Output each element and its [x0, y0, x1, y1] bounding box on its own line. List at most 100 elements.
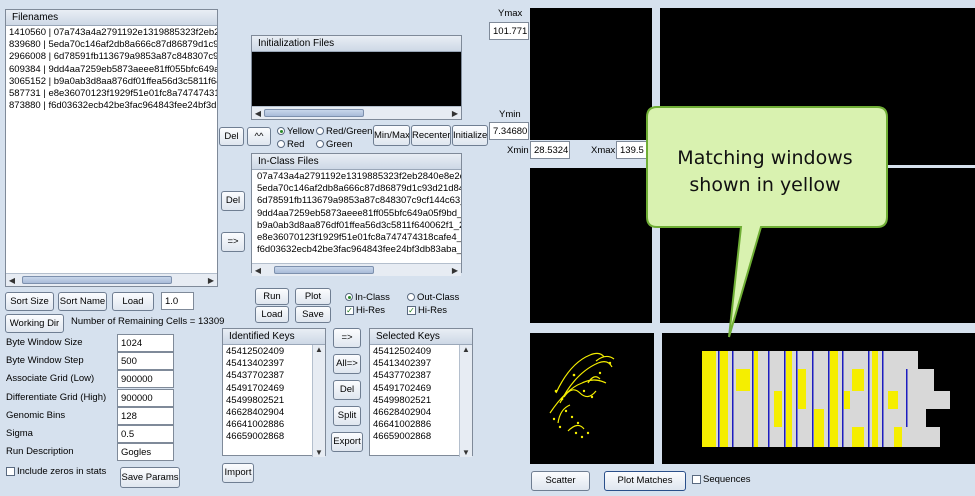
- param-field[interactable]: 1024: [117, 334, 174, 352]
- radio-red[interactable]: Red: [277, 139, 304, 150]
- list-item[interactable]: b9a0ab3d8aa876df01ffea56d3c5811f640062f1…: [257, 220, 461, 232]
- param-field[interactable]: Gogles: [117, 443, 174, 462]
- inclass-del-button[interactable]: Del: [221, 191, 245, 211]
- scroll-left-icon[interactable]: ◀: [252, 266, 264, 275]
- list-item[interactable]: 45437702387: [373, 370, 456, 382]
- radio-icon[interactable]: [316, 140, 324, 149]
- recenter-button[interactable]: Recenter: [411, 125, 451, 146]
- list-item[interactable]: 1410560 | 07a743a4a2791192e1319885323f2e…: [9, 27, 217, 39]
- load-button[interactable]: Load: [112, 292, 154, 311]
- list-item[interactable]: 45499802521: [373, 395, 456, 407]
- working-dir-button[interactable]: Working Dir: [5, 314, 64, 333]
- list-item[interactable]: 839680 | 5eda70c146af2db8a666c87d86879d1…: [9, 39, 217, 51]
- radio-in-class[interactable]: In-Class: [345, 292, 390, 303]
- checkbox-icon[interactable]: [692, 474, 701, 484]
- plot-button[interactable]: Plot: [295, 288, 331, 305]
- sort-name-button[interactable]: Sort Name: [58, 292, 107, 311]
- sequences-checkbox[interactable]: Sequences: [692, 474, 751, 485]
- ymax-field[interactable]: 101.771: [489, 22, 529, 40]
- radio-icon[interactable]: [407, 293, 415, 302]
- inclass-files-hscroll[interactable]: ◀ ▶: [252, 263, 461, 276]
- scroll-right-icon[interactable]: ▶: [449, 266, 461, 275]
- initialize-button[interactable]: Initialize: [452, 125, 488, 146]
- list-item[interactable]: 45412502409: [373, 346, 456, 358]
- list-item[interactable]: 587731 | e8e36070123f1929f51e01fc8a74747…: [9, 88, 217, 100]
- inclass-move-button[interactable]: =>: [221, 232, 245, 252]
- list-item[interactable]: 46659002868: [226, 431, 309, 443]
- scatter-button[interactable]: Scatter: [531, 471, 590, 491]
- list-item[interactable]: 46659002868: [373, 431, 456, 443]
- hires-checkbox-1[interactable]: ✓ Hi-Res: [345, 305, 385, 316]
- key-all-button[interactable]: All=>: [333, 354, 361, 374]
- list-item[interactable]: 46628402904: [373, 407, 456, 419]
- scroll-thumb[interactable]: [274, 266, 374, 274]
- list-item[interactable]: 873880 | f6d03632ecb42be3fac964843fee24b…: [9, 100, 217, 112]
- list-item[interactable]: 45499802521: [226, 395, 309, 407]
- checkbox-icon[interactable]: ✓: [407, 305, 416, 315]
- key-export-button[interactable]: Export: [331, 432, 363, 452]
- scroll-left-icon[interactable]: ◀: [252, 109, 264, 118]
- param-field[interactable]: 900000: [117, 388, 174, 407]
- move-up-button[interactable]: ^^: [247, 127, 271, 146]
- param-field[interactable]: 500: [117, 352, 174, 371]
- list-item[interactable]: 45413402397: [373, 358, 456, 370]
- radio-yellow[interactable]: Yellow: [277, 126, 314, 137]
- filenames-list[interactable]: 1410560 | 07a743a4a2791192e1319885323f2e…: [6, 26, 217, 273]
- list-item[interactable]: f6d03632ecb42be3fac964843fee24bf3db83aba…: [257, 244, 461, 256]
- list-item[interactable]: 5eda70c146af2db8a666c87d86879d1c93d21d84…: [257, 183, 461, 195]
- selected-keys-list[interactable]: 45412502409 45413402397 45437702387 4549170…: [370, 345, 459, 457]
- radio-icon[interactable]: [345, 293, 353, 302]
- list-item[interactable]: 46641002886: [226, 419, 309, 431]
- param-field[interactable]: 128: [117, 406, 174, 425]
- param-field[interactable]: 900000: [117, 370, 174, 389]
- inclass-files-list[interactable]: 07a743a4a2791192e1319885323f2eb2840e8e2d…: [252, 170, 461, 263]
- checkbox-icon[interactable]: [6, 466, 15, 476]
- identified-vscroll[interactable]: ▲ ▼: [312, 345, 325, 457]
- scroll-left-icon[interactable]: ◀: [6, 276, 18, 285]
- key-move-button[interactable]: =>: [333, 328, 361, 348]
- radio-icon[interactable]: [277, 127, 285, 136]
- run-button[interactable]: Run: [255, 288, 289, 305]
- scroll-down-icon[interactable]: ▼: [313, 448, 325, 457]
- filenames-hscroll[interactable]: ◀ ▶: [6, 273, 217, 286]
- scroll-right-icon[interactable]: ▶: [449, 109, 461, 118]
- checkbox-icon[interactable]: ✓: [345, 305, 354, 315]
- list-item[interactable]: 6d78591fb113679a9853a87c848307c9cf144c63…: [257, 195, 461, 207]
- init-files-list[interactable]: [252, 52, 461, 106]
- plot-matches-button[interactable]: Plot Matches: [604, 471, 686, 491]
- key-del-button[interactable]: Del: [333, 380, 361, 400]
- scroll-right-icon[interactable]: ▶: [205, 276, 217, 285]
- list-item[interactable]: 46641002886: [373, 419, 456, 431]
- run-load-button[interactable]: Load: [255, 306, 289, 323]
- scale-field[interactable]: 1.0: [161, 292, 194, 310]
- scroll-thumb[interactable]: [22, 276, 172, 284]
- list-item[interactable]: 3065152 | b9a0ab3d8aa876df01ffea56d3c581…: [9, 76, 217, 88]
- include-zeros-checkbox[interactable]: Include zeros in stats: [6, 466, 106, 477]
- run-save-button[interactable]: Save: [295, 306, 331, 323]
- radio-red-green[interactable]: Red/Green: [316, 126, 372, 137]
- scroll-up-icon[interactable]: ▲: [460, 345, 472, 354]
- list-item[interactable]: 46628402904: [226, 407, 309, 419]
- list-item[interactable]: 609384 | 9dd4aa7259eb5873aeee81ff055bfc6…: [9, 64, 217, 76]
- list-item[interactable]: 2966008 | 6d78591fb113679a9853a87c848307…: [9, 51, 217, 63]
- scroll-thumb[interactable]: [264, 109, 364, 117]
- list-item[interactable]: e8e36070123f1929f51e01fc8a747474318cafe4…: [257, 232, 461, 244]
- radio-icon[interactable]: [277, 140, 285, 149]
- list-item[interactable]: 9dd4aa7259eb5873aeee81ff055bfc649a05f9bd…: [257, 208, 461, 220]
- sort-size-button[interactable]: Sort Size: [5, 292, 54, 311]
- list-item[interactable]: 45491702469: [226, 383, 309, 395]
- ymin-field[interactable]: 7.34680: [489, 122, 529, 140]
- xmin-field[interactable]: 28.5324: [530, 141, 570, 159]
- hires-checkbox-2[interactable]: ✓ Hi-Res: [407, 305, 447, 316]
- save-params-button[interactable]: Save Params: [120, 467, 180, 488]
- list-item[interactable]: 07a743a4a2791192e1319885323f2eb2840e8e2d…: [257, 171, 461, 183]
- list-item[interactable]: 45412502409: [226, 346, 309, 358]
- init-files-hscroll[interactable]: ◀ ▶: [252, 106, 461, 119]
- scroll-up-icon[interactable]: ▲: [313, 345, 325, 354]
- selected-vscroll[interactable]: ▲ ▼: [459, 345, 472, 457]
- radio-out-class[interactable]: Out-Class: [407, 292, 459, 303]
- radio-icon[interactable]: [316, 127, 324, 136]
- scroll-down-icon[interactable]: ▼: [460, 448, 472, 457]
- key-import-button[interactable]: Import: [222, 463, 254, 483]
- radio-green[interactable]: Green: [316, 139, 352, 150]
